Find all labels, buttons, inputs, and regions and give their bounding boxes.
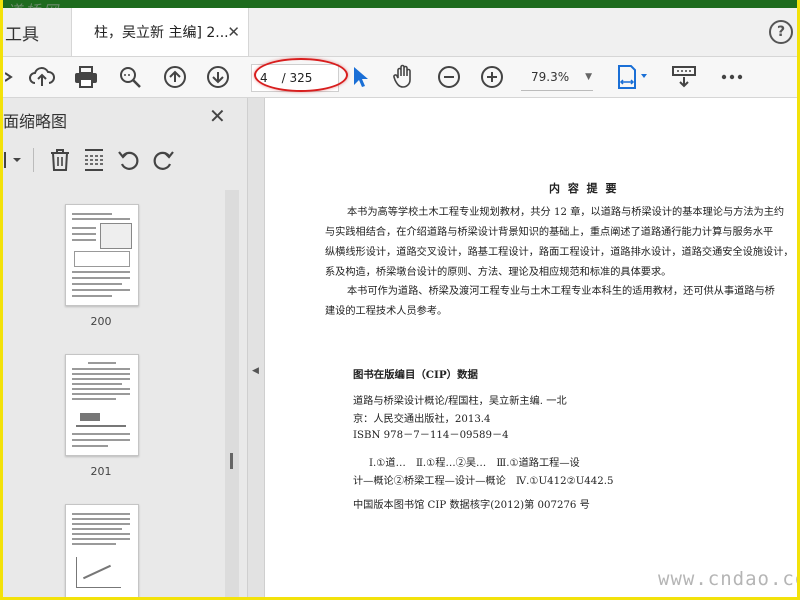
scrollbar-thumb[interactable] bbox=[230, 453, 233, 469]
paragraph-line: 本书为高等学校土木工程专业规划教材，共分 12 章，以道路与桥梁设计的基本理论与… bbox=[347, 207, 785, 218]
paragraph-line: 纵横线形设计，道路交叉设计，路基工程设计，路面工程设计，道路排水设计，道路交通安… bbox=[325, 247, 794, 258]
options-dropdown-icon[interactable] bbox=[3, 150, 25, 170]
panel-close-icon[interactable]: ✕ bbox=[209, 104, 226, 128]
cloud-upload-icon[interactable] bbox=[27, 63, 57, 91]
cip-line: 道路与桥梁设计概论/程国柱，吴立新主编. 一北 bbox=[353, 396, 567, 407]
app-window: 道桥网 工具 柱，吴立新 主编] 2... ✕ ? 4 / 325 bbox=[0, 0, 800, 600]
help-icon[interactable]: ? bbox=[769, 20, 793, 44]
cip-line: ISBN 978－7－114－09589－4 bbox=[353, 430, 509, 441]
hand-tool-icon[interactable] bbox=[389, 63, 419, 91]
collapse-panel-icon[interactable]: ◀ bbox=[252, 366, 259, 376]
select-cursor-icon[interactable] bbox=[348, 63, 372, 91]
page-down-icon[interactable] bbox=[203, 63, 233, 91]
thumbnail-page[interactable] bbox=[65, 504, 139, 597]
tab-document[interactable]: 柱，吴立新 主编] 2... ✕ bbox=[71, 8, 249, 56]
thumbnail-page-number: 200 bbox=[90, 315, 112, 328]
main-toolbar: 4 / 325 79.3% ▼ bbox=[3, 57, 797, 98]
toolbar-partial-icon[interactable] bbox=[3, 63, 17, 91]
tab-tools[interactable]: 工具 bbox=[3, 8, 73, 56]
rotate-left-icon[interactable] bbox=[117, 148, 141, 172]
divider bbox=[33, 148, 34, 172]
thumbnail-scrollbar[interactable] bbox=[225, 190, 239, 597]
tab-document-label: 柱，吴立新 主编] 2... bbox=[94, 25, 229, 41]
panel-toolbar bbox=[3, 140, 247, 180]
title-strip bbox=[3, 0, 797, 8]
page-heading: 内 容 提 要 bbox=[549, 182, 619, 195]
cip-line: 中国版本图书馆 CIP 数据核字(2012)第 007276 号 bbox=[353, 500, 590, 511]
paragraph-line: 系及构造，桥梁墩台设计的原则、方法、理论及相应规范和标准的具体要求。 bbox=[325, 267, 672, 278]
document-page: 内 容 提 要 本书为高等学校土木工程专业规划教材，共分 12 章，以道路与桥梁… bbox=[265, 98, 797, 597]
annotation-circle bbox=[254, 58, 348, 92]
fit-page-icon[interactable] bbox=[613, 63, 651, 91]
cip-line: 京：人民交通出版社，2013.4 bbox=[353, 414, 491, 425]
paragraph-line: 本书可作为道路、桥梁及渡河工程专业与土木工程专业本科生的适用教材，还可供从事道路… bbox=[347, 286, 775, 297]
search-zoom-icon[interactable] bbox=[115, 63, 145, 91]
thumbnail-page[interactable] bbox=[65, 204, 139, 306]
watermark-bottom: www.cndao.com bbox=[658, 568, 797, 590]
cip-line: 计—概论②桥梁工程—设计—概论 Ⅳ.①U412②U442.5 bbox=[353, 476, 614, 487]
thumbnail-panel: 面缩略图 ✕ 200 201 bbox=[3, 98, 248, 597]
more-options-icon[interactable] bbox=[717, 63, 747, 91]
print-icon[interactable] bbox=[71, 63, 101, 91]
cip-line: Ⅰ.①道… Ⅱ.①程…②吴… Ⅲ.①道路工程—设 bbox=[369, 458, 580, 469]
trash-icon[interactable] bbox=[49, 148, 71, 172]
cip-title: 图书在版编目（CIP）数据 bbox=[353, 369, 478, 381]
thumbnail-page[interactable] bbox=[65, 354, 139, 456]
panel-divider[interactable]: ◀ bbox=[248, 98, 265, 597]
scroll-mode-icon[interactable] bbox=[669, 63, 699, 91]
tab-close-icon[interactable]: ✕ bbox=[227, 23, 240, 41]
chevron-down-icon: ▼ bbox=[585, 72, 593, 82]
zoom-select[interactable]: 79.3% ▼ bbox=[521, 64, 593, 91]
zoom-out-icon[interactable] bbox=[434, 63, 464, 91]
rotate-right-icon[interactable] bbox=[151, 148, 175, 172]
zoom-value: 79.3% bbox=[531, 70, 570, 84]
paragraph-line: 建设的工程技术人员参考。 bbox=[325, 306, 448, 317]
page-up-icon[interactable] bbox=[160, 63, 190, 91]
thumbnail-list: 200 201 bbox=[3, 190, 247, 597]
tab-bar: 工具 柱，吴立新 主编] 2... ✕ ? bbox=[3, 8, 797, 57]
thumbnail-page-number: 201 bbox=[90, 465, 112, 478]
insert-page-icon[interactable] bbox=[83, 148, 105, 172]
paragraph-line: 与实践相结合，在介绍道路与桥梁设计背景知识的基础上，重点阐述了道路通行能力计算与… bbox=[325, 227, 774, 238]
panel-title: 面缩略图 bbox=[3, 112, 68, 131]
zoom-in-icon[interactable] bbox=[477, 63, 507, 91]
